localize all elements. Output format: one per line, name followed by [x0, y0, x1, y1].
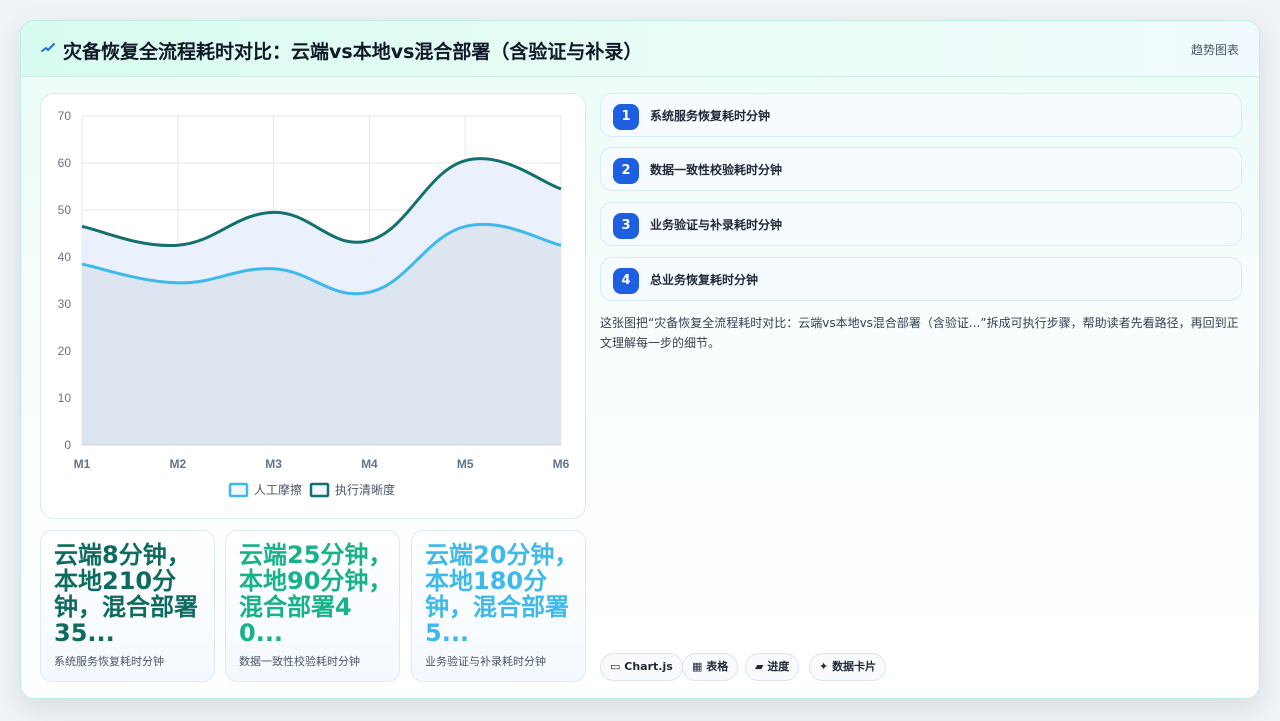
y-tick-label: 40: [58, 250, 72, 264]
y-tick-label: 20: [58, 344, 72, 358]
step-label: 总业务恢复耗时分钟: [650, 273, 759, 287]
trend-chart-label: 趋势图表: [1190, 43, 1239, 57]
header: 灾备恢复全流程耗时对比：云端vs本地vs混合部署（含验证与补录） 趋势图表: [21, 21, 1259, 77]
step-number: 4: [613, 268, 639, 294]
legend-label: 执行清晰度: [335, 482, 395, 497]
step-number: 3: [613, 213, 639, 239]
main-card: 灾备恢复全流程耗时对比：云端vs本地vs混合部署（含验证与补录） 趋势图表 0 1…: [20, 20, 1260, 699]
y-tick-label: 0: [64, 438, 71, 452]
step-item-1[interactable]: 1 系统服务恢复耗时分钟: [600, 93, 1242, 137]
step-label: 业务验证与补录耗时分钟: [650, 218, 783, 232]
stat-card-business-verification: 云端20分钟，本地180分钟，混合部署5... 业务验证与补录耗时分钟: [411, 530, 586, 682]
x-tick-label: M3: [265, 457, 282, 471]
window-icon: ▭: [610, 660, 621, 673]
stat-card-data-consistency: 云端25分钟，本地90分钟，混合部署40... 数据一致性校验耗时分钟: [225, 530, 400, 682]
tag-progress[interactable]: ▰ 进度: [745, 653, 800, 681]
pulse-icon: [41, 43, 55, 52]
step-item-3[interactable]: 3 业务验证与补录耗时分钟: [600, 202, 1242, 246]
tag-data-card[interactable]: ✦ 数据卡片: [809, 653, 887, 681]
x-tick-label: M5: [457, 457, 474, 471]
step-number: 1: [613, 104, 639, 130]
legend-swatch: [228, 482, 249, 498]
line-chart: 0 10 20 30 40 50 60 70 M1 M2 M3 M4 M5 M6 人工摩擦 执行清晰度: [58, 109, 570, 498]
step-label: 系统服务恢复耗时分钟: [650, 109, 771, 123]
step-item-4[interactable]: 4 总业务恢复耗时分钟: [600, 257, 1242, 301]
legend-label: 人工摩擦: [254, 482, 302, 497]
step-item-2[interactable]: 2 数据一致性校验耗时分钟: [600, 147, 1242, 191]
y-tick-label: 10: [58, 391, 72, 405]
stat-card-system-recovery: 云端8分钟，本地210分钟，混合部署35... 系统服务恢复耗时分钟: [40, 530, 215, 682]
table-icon: ▦: [692, 660, 703, 673]
y-tick-label: 60: [58, 156, 72, 170]
y-tick-label: 30: [58, 297, 72, 311]
step-label: 数据一致性校验耗时分钟: [650, 163, 783, 177]
x-tick-label: M6: [553, 457, 570, 471]
chart-description: 这张图把“灾备恢复全流程耗时对比：云端vs本地vs混合部署（含验证...”拆成可…: [600, 316, 1239, 350]
sparkle-icon: ✦: [819, 660, 829, 673]
tag-label: 进度: [767, 660, 790, 673]
y-tick-label: 70: [58, 109, 72, 123]
stat-label: 业务验证与补录耗时分钟: [425, 655, 546, 668]
x-tick-label: M1: [74, 457, 91, 471]
tag-label: 表格: [706, 660, 729, 673]
step-number: 2: [613, 158, 639, 184]
chart-panel: 0 10 20 30 40 50 60 70 M1 M2 M3 M4 M5 M6 人工摩擦 执行清晰度: [40, 93, 586, 519]
x-tick-label: M4: [361, 457, 378, 471]
stat-value: 云端25分钟，本地90分钟，混合部署40...: [239, 541, 393, 647]
stat-label: 系统服务恢复耗时分钟: [54, 655, 164, 668]
page-title: 灾备恢复全流程耗时对比：云端vs本地vs混合部署（含验证与补录）: [63, 41, 643, 63]
legend-swatch: [309, 482, 330, 498]
progress-icon: ▰: [755, 660, 764, 673]
x-tick-label: M2: [169, 457, 186, 471]
tag-chartjs[interactable]: ▭ Chart.js: [600, 653, 683, 681]
y-tick-label: 50: [58, 203, 72, 217]
tag-label: 数据卡片: [832, 660, 877, 673]
tag-label: Chart.js: [624, 660, 673, 673]
stat-label: 数据一致性校验耗时分钟: [239, 655, 360, 668]
stat-value: 云端20分钟，本地180分钟，混合部署5...: [425, 541, 579, 647]
stat-value: 云端8分钟，本地210分钟，混合部署35...: [54, 541, 198, 647]
tag-table[interactable]: ▦ 表格: [682, 653, 739, 681]
